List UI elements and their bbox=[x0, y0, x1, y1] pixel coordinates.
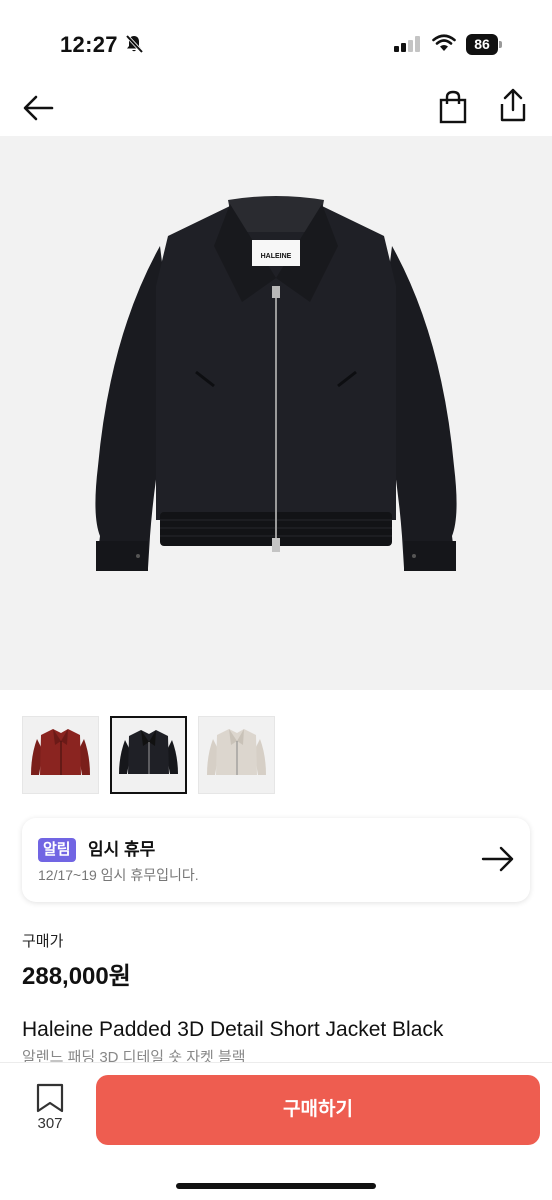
product-title: Haleine Padded 3D Detail Short Jacket Bl… bbox=[22, 1018, 444, 1041]
battery-level: 86 bbox=[474, 36, 490, 52]
product-image[interactable]: HALEINE bbox=[0, 136, 552, 690]
buy-button[interactable]: 구매하기 bbox=[96, 1075, 540, 1145]
nav-bar bbox=[0, 80, 552, 136]
thumbnail-burgundy[interactable] bbox=[22, 716, 99, 794]
price-label: 구매가 bbox=[22, 933, 64, 950]
shopping-bag-icon[interactable] bbox=[436, 88, 470, 126]
thumbnail-beige[interactable] bbox=[198, 716, 275, 794]
arrow-right-icon[interactable] bbox=[480, 844, 516, 874]
back-arrow-icon[interactable] bbox=[20, 90, 60, 126]
brand-label: HALEINE bbox=[261, 253, 292, 260]
bell-slash-icon bbox=[125, 34, 144, 54]
bookmark-icon bbox=[36, 1083, 64, 1113]
bottom-action-bar: 307 구매하기 bbox=[0, 1062, 552, 1200]
bookmark-count: 307 bbox=[37, 1115, 63, 1132]
notice-title: 임시 휴무 bbox=[88, 840, 156, 859]
battery-indicator: 86 bbox=[466, 34, 502, 55]
cellular-signal-icon bbox=[394, 36, 420, 52]
notice-badge: 알림 bbox=[38, 838, 76, 862]
home-indicator bbox=[176, 1183, 376, 1189]
notice-card[interactable]: 알림 임시 휴무 12/17~19 임시 휴무입니다. bbox=[22, 818, 530, 902]
thumbnail-list bbox=[22, 716, 275, 794]
wifi-icon bbox=[432, 34, 456, 51]
bookmark-button[interactable]: 307 bbox=[28, 1083, 72, 1139]
share-icon[interactable] bbox=[494, 86, 532, 126]
status-time: 12:27 bbox=[60, 32, 118, 57]
price-value: 288,000원 bbox=[22, 963, 131, 990]
notice-subtitle: 12/17~19 임시 휴무입니다. bbox=[38, 867, 199, 883]
thumbnail-black[interactable] bbox=[110, 716, 187, 794]
status-bar: 12:27 86 bbox=[0, 0, 552, 80]
jacket-illustration: HALEINE bbox=[95, 196, 457, 571]
